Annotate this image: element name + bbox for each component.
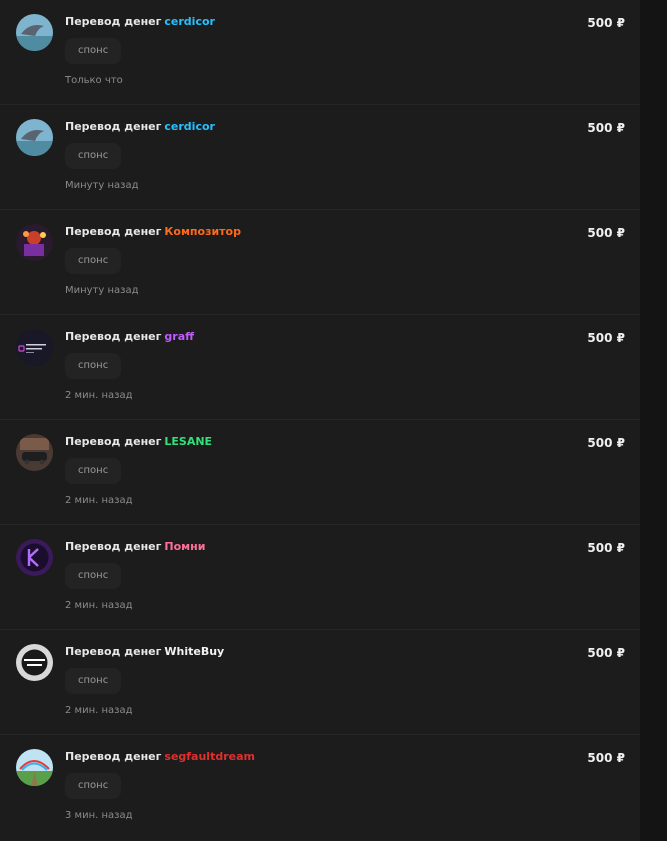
timestamp: 2 мин. назад xyxy=(65,600,133,611)
item-title: Перевод денег Композитор xyxy=(65,225,241,238)
amount: 500 ₽ xyxy=(587,751,625,765)
timestamp: 2 мин. назад xyxy=(65,705,133,716)
tag-badge: спонс xyxy=(65,773,122,799)
item-title: Перевод денег LESANE xyxy=(65,435,213,448)
tag-badge: спонс xyxy=(65,248,122,274)
amount: 500 ₽ xyxy=(587,436,625,450)
user-name[interactable]: Помни xyxy=(164,540,205,553)
list-item[interactable]: Перевод денег graff 500 ₽ спонс 2 мин. на… xyxy=(0,315,640,420)
list-item[interactable]: Перевод денег Композитор 500 ₽ спонс Мину… xyxy=(0,210,640,315)
list-item[interactable]: Перевод денег segfaultdream 500 ₽ спонс 3… xyxy=(0,735,640,840)
amount: 500 ₽ xyxy=(587,226,625,240)
user-name[interactable]: cerdicor xyxy=(164,120,215,133)
tag-badge: спонс xyxy=(65,458,122,484)
user-name[interactable]: graff xyxy=(164,330,194,343)
avatar[interactable] xyxy=(16,119,53,156)
user-name[interactable]: Композитор xyxy=(164,225,241,238)
avatar[interactable] xyxy=(16,434,53,471)
item-title: Перевод денег cerdicor xyxy=(65,120,215,133)
timestamp: 2 мин. назад xyxy=(65,495,133,506)
amount: 500 ₽ xyxy=(587,541,625,555)
list-item[interactable]: Перевод денег WhiteBuy 500 ₽ спонс 2 мин.… xyxy=(0,630,640,735)
timestamp: Минуту назад xyxy=(65,180,139,191)
avatar[interactable] xyxy=(16,749,53,786)
list-item[interactable]: Перевод денег Помни 500 ₽ спонс 2 мин. на… xyxy=(0,525,640,630)
tag-badge: спонс xyxy=(65,353,122,379)
item-title: Перевод денег segfaultdream xyxy=(65,750,255,763)
list-item[interactable]: Перевод денег LESANE 500 ₽ спонс 2 мин. н… xyxy=(0,420,640,525)
amount: 500 ₽ xyxy=(587,331,625,345)
user-name[interactable]: cerdicor xyxy=(164,15,215,28)
tag-badge: спонс xyxy=(65,668,122,694)
avatar[interactable] xyxy=(16,539,53,576)
user-name[interactable]: LESANE xyxy=(164,435,212,448)
list-item[interactable]: Перевод денег cerdicor 500 ₽ спонс Только… xyxy=(0,0,640,105)
avatar[interactable] xyxy=(16,644,53,681)
user-name[interactable]: segfaultdream xyxy=(164,750,255,763)
timestamp: Только что xyxy=(65,75,123,86)
tag-badge: спонс xyxy=(65,143,122,169)
user-name[interactable]: WhiteBuy xyxy=(164,645,224,658)
avatar[interactable] xyxy=(16,329,53,366)
amount: 500 ₽ xyxy=(587,16,625,30)
amount: 500 ₽ xyxy=(587,646,625,660)
list-item[interactable]: Перевод денег cerdicor 500 ₽ спонс Минуту… xyxy=(0,105,640,210)
timestamp: 3 мин. назад xyxy=(65,810,133,821)
tag-badge: спонс xyxy=(65,563,122,589)
transfer-list: Перевод денег cerdicor 500 ₽ спонс Только… xyxy=(0,0,640,841)
item-title: Перевод денег graff xyxy=(65,330,195,343)
item-title: Перевод денег Помни xyxy=(65,540,206,553)
item-title: Перевод денег WhiteBuy xyxy=(65,645,225,658)
avatar[interactable] xyxy=(16,224,53,261)
timestamp: 2 мин. назад xyxy=(65,390,133,401)
amount: 500 ₽ xyxy=(587,121,625,135)
timestamp: Минуту назад xyxy=(65,285,139,296)
avatar[interactable] xyxy=(16,14,53,51)
item-title: Перевод денег cerdicor xyxy=(65,15,215,28)
tag-badge: спонс xyxy=(65,38,122,64)
